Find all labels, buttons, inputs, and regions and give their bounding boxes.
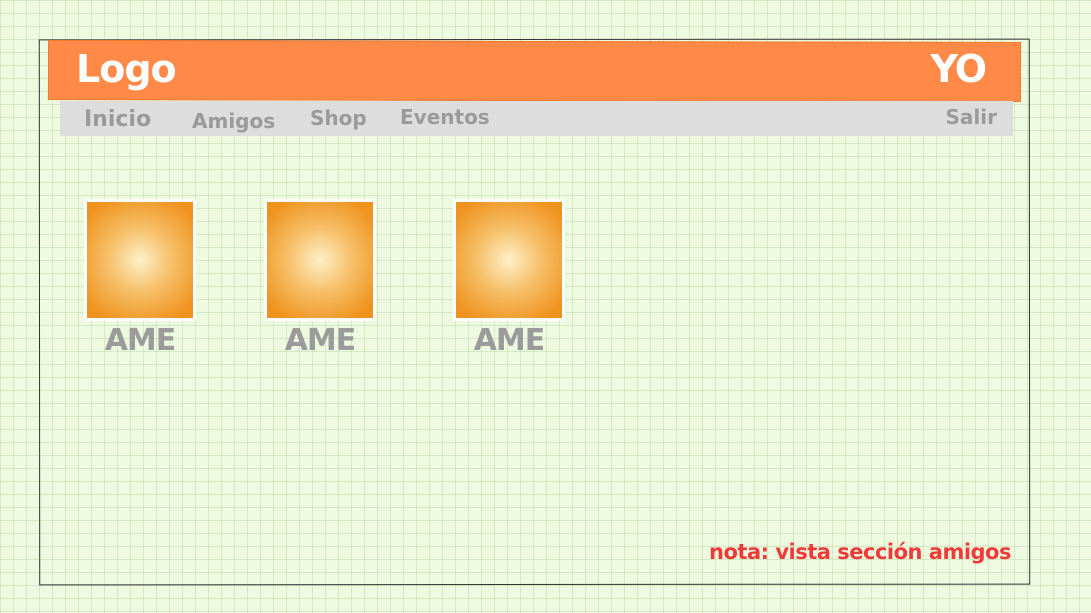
- nav-bar: Inicio Amigos Shop Eventos Salir: [60, 101, 1013, 136]
- friend-name: AME: [473, 323, 546, 358]
- friend-photo[interactable]: [84, 199, 196, 321]
- logo[interactable]: Logo: [76, 44, 177, 94]
- friend-card[interactable]: AME: [451, 199, 567, 360]
- logout-link[interactable]: Salir: [946, 105, 997, 129]
- friend-card[interactable]: AME: [82, 199, 198, 360]
- friend-photo[interactable]: [453, 199, 565, 321]
- friend-name: AME: [104, 323, 177, 358]
- nav-item-amigos[interactable]: Amigos: [192, 109, 275, 133]
- friend-name: AME: [284, 323, 357, 358]
- header-bar: [47, 39, 1022, 103]
- nav-item-eventos[interactable]: Eventos: [400, 105, 490, 129]
- friend-card[interactable]: AME: [262, 199, 378, 360]
- friend-photo[interactable]: [264, 199, 376, 321]
- nav-item-inicio[interactable]: Inicio: [84, 108, 151, 132]
- user-profile-label[interactable]: YO: [931, 44, 987, 94]
- annotation-note: nota: vista sección amigos: [709, 540, 1011, 564]
- nav-item-shop[interactable]: Shop: [310, 106, 367, 130]
